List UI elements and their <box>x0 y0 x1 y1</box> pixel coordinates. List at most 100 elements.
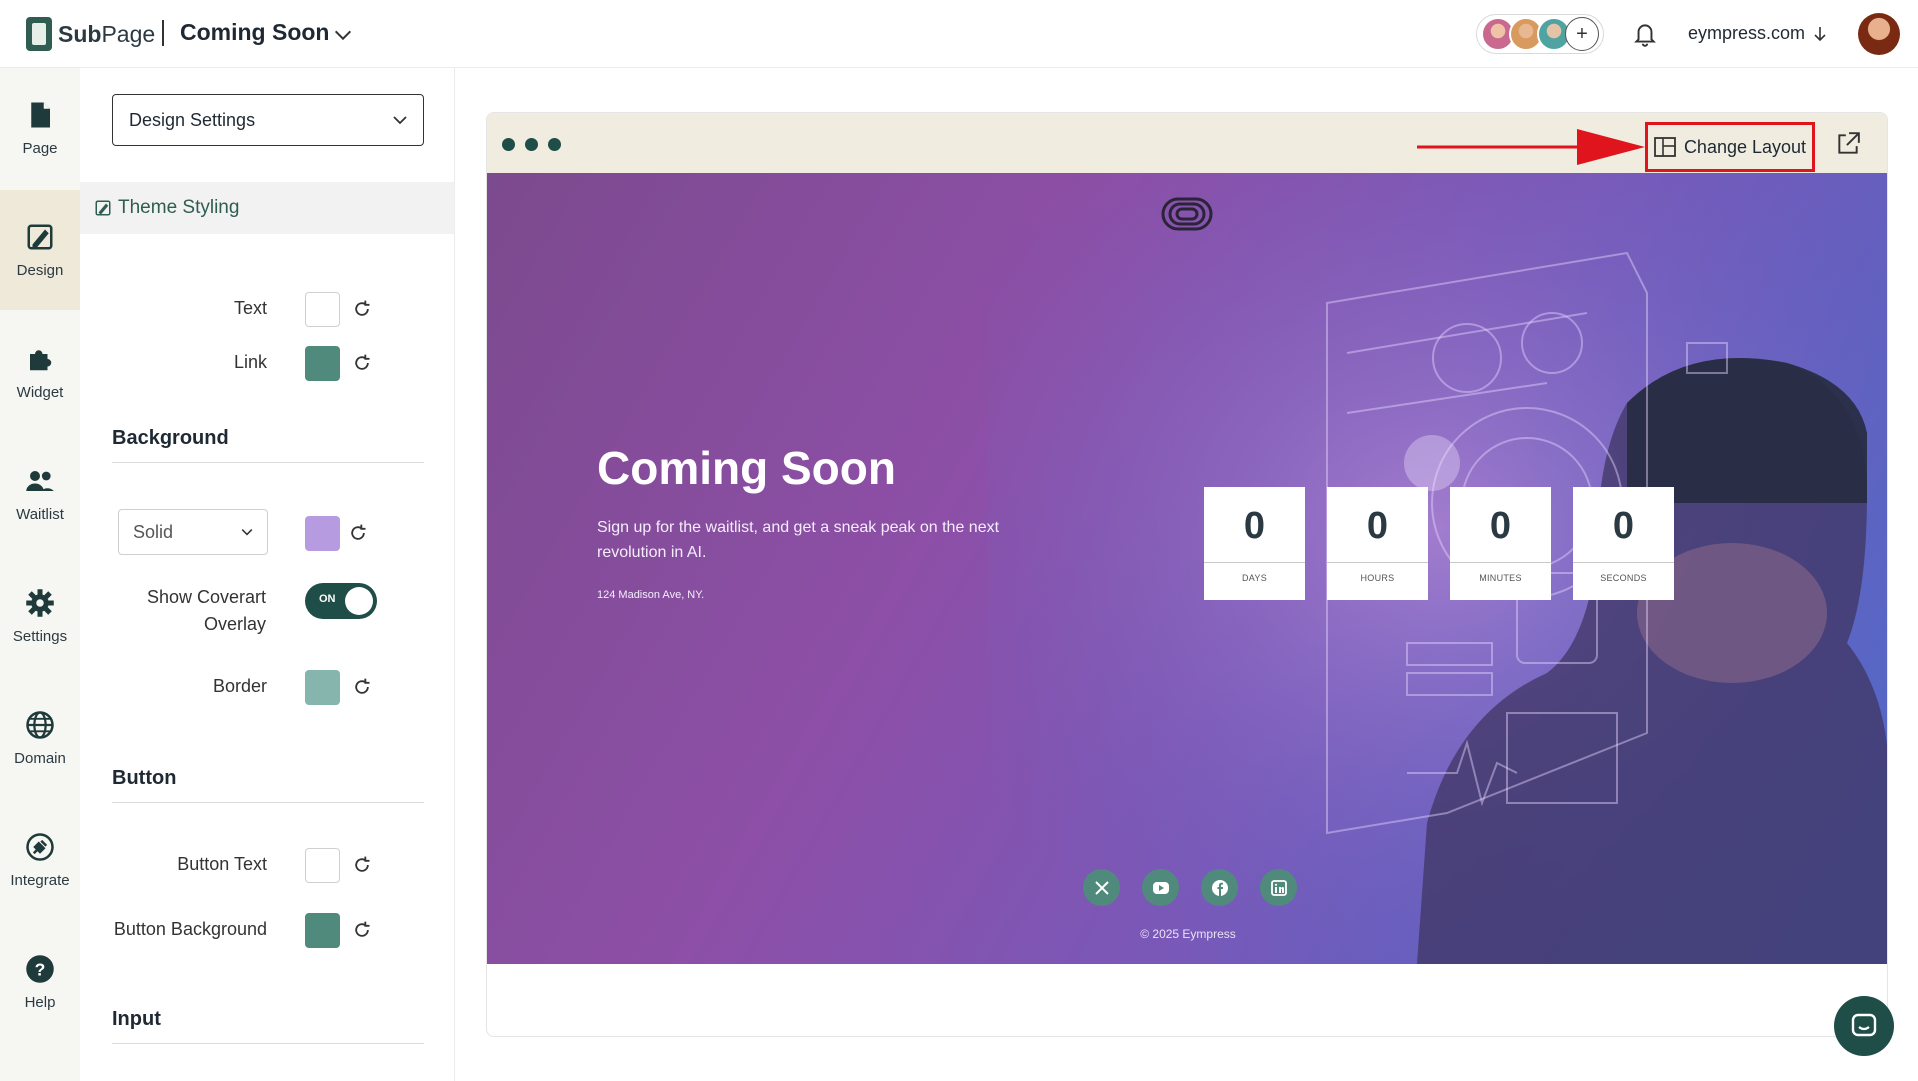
globe-icon <box>26 710 54 739</box>
link-color-swatch[interactable] <box>305 346 340 381</box>
text-color-label: Text <box>233 298 267 318</box>
x-icon[interactable] <box>1083 869 1120 906</box>
rail-label: Page <box>22 139 58 157</box>
page-title[interactable]: Coming Soon <box>180 19 329 46</box>
chevron-down-icon <box>393 116 407 125</box>
countdown-unit: DAYS <box>1241 573 1268 583</box>
facebook-icon[interactable] <box>1201 869 1238 906</box>
coverart-overlay-toggle[interactable]: ON <box>305 583 377 619</box>
help-icon: ? <box>26 954 54 983</box>
input-section-heading: Input <box>112 1008 424 1044</box>
window-dot <box>548 138 561 151</box>
logo-text: SubPage <box>58 20 156 47</box>
rail-item-domain[interactable]: Domain <box>0 678 80 798</box>
design-settings-panel: Design Settings Theme Styling Text Link … <box>80 68 455 1081</box>
svg-text:?: ? <box>35 959 46 979</box>
countdown-minutes: 0 MINUTES <box>1450 487 1551 600</box>
countdown-value: 0 <box>1243 505 1266 547</box>
coverart-overlay-label-line2: Overlay <box>203 614 266 634</box>
domain-name: eympress.com <box>1688 23 1806 43</box>
button-background-swatch[interactable] <box>305 913 340 948</box>
theme-styling-label: Theme Styling <box>118 197 240 218</box>
button-section-heading: Button <box>112 767 424 803</box>
rail-label: Settings <box>12 627 68 645</box>
chat-widget-button[interactable] <box>1834 996 1894 1056</box>
countdown-value: 0 <box>1612 505 1635 547</box>
rail-item-help[interactable]: ? Help <box>0 922 80 1042</box>
countdown-hours: 0 HOURS <box>1327 487 1428 600</box>
subpage-logo[interactable]: SubPage <box>26 17 155 51</box>
page-preview: Change Layout Coming Soon Sign up for th… <box>486 112 1888 1037</box>
reset-icon[interactable] <box>352 920 372 940</box>
design-icon <box>27 224 53 249</box>
change-layout-button[interactable]: Change Layout <box>1645 122 1815 172</box>
add-collaborator-button[interactable]: + <box>1565 17 1599 51</box>
rail-item-page[interactable]: Page <box>0 68 80 188</box>
rail-item-integrate[interactable]: Integrate <box>0 800 80 920</box>
reset-icon[interactable] <box>352 855 372 875</box>
link-color-label: Link <box>233 352 267 372</box>
reset-icon[interactable] <box>352 299 372 319</box>
button-text-color-label: Button Text <box>177 854 267 874</box>
countdown-days: 0 DAYS <box>1204 487 1305 600</box>
social-links <box>1083 869 1297 906</box>
rail-label: Design <box>16 261 64 279</box>
rail-label: Waitlist <box>16 505 64 523</box>
left-rail: Page Design Widget Waitlist Settings Dom… <box>0 68 80 1081</box>
rail-item-design[interactable]: Design <box>0 190 80 310</box>
background-color-swatch[interactable] <box>305 516 340 551</box>
theme-styling-header[interactable]: Theme Styling <box>80 182 454 234</box>
countdown-timer: 0 DAYS 0 HOURS 0 MINUTES 0 SECONDS <box>1204 487 1674 600</box>
preview-toolbar: Change Layout <box>487 113 1887 173</box>
layout-icon <box>1654 137 1676 157</box>
annotation-arrow <box>1417 129 1645 165</box>
bell-icon[interactable] <box>1632 20 1658 48</box>
user-avatar[interactable] <box>1858 13 1900 55</box>
change-layout-label: Change Layout <box>1683 136 1807 157</box>
button-background-label: Button Background <box>113 919 267 939</box>
text-color-swatch[interactable] <box>305 292 340 327</box>
countdown-divider <box>1204 562 1305 563</box>
hero-title: Coming Soon <box>597 442 896 494</box>
title-separator <box>162 20 164 46</box>
rail-item-settings[interactable]: Settings <box>0 556 80 676</box>
reset-icon[interactable] <box>348 523 368 543</box>
hero-address: 124 Madison Ave, NY. <box>597 589 705 601</box>
background-color-row <box>80 514 454 554</box>
rail-item-widget[interactable]: Widget <box>0 312 80 432</box>
coverart-overlay-label: Show Coverart Overlay <box>147 584 266 638</box>
brand-logo-icon <box>1161 197 1213 231</box>
chat-icon <box>1851 1013 1877 1037</box>
button-text-color-swatch[interactable] <box>305 848 340 883</box>
countdown-divider <box>1327 562 1428 563</box>
external-link-icon[interactable] <box>1835 131 1861 157</box>
text-color-row: Text <box>80 290 454 330</box>
coming-soon-hero: Coming Soon Sign up for the waitlist, an… <box>487 173 1887 964</box>
button-text-color-row: Button Text <box>80 846 454 886</box>
button-background-color-row: Button Background <box>80 911 454 951</box>
brush-icon <box>95 200 111 216</box>
users-icon <box>26 470 54 491</box>
settings-category-value: Design Settings <box>129 109 256 130</box>
arrow-down-icon <box>1814 26 1826 41</box>
coverart-overlay-label-line1: Show Coverart <box>146 587 266 607</box>
border-color-label: Border <box>212 676 267 696</box>
settings-category-select[interactable]: Design Settings <box>112 94 424 146</box>
countdown-unit: SECONDS <box>1600 573 1647 583</box>
border-color-row: Border <box>80 668 454 708</box>
countdown-seconds: 0 SECONDS <box>1573 487 1674 600</box>
reset-icon[interactable] <box>352 677 372 697</box>
top-bar: SubPage Coming Soon + eympress.com <box>0 0 1918 68</box>
countdown-divider <box>1573 562 1674 563</box>
chevron-down-icon[interactable] <box>332 24 354 46</box>
countdown-unit: MINUTES <box>1479 573 1522 583</box>
border-color-swatch[interactable] <box>305 670 340 705</box>
linkedin-icon[interactable] <box>1260 869 1297 906</box>
rail-item-waitlist[interactable]: Waitlist <box>0 434 80 554</box>
reset-icon[interactable] <box>352 353 372 373</box>
window-dot <box>525 138 538 151</box>
rail-label: Integrate <box>10 871 70 889</box>
youtube-icon[interactable] <box>1142 869 1179 906</box>
domain-menu[interactable]: eympress.com <box>1688 23 1827 44</box>
collaborators-group[interactable]: + <box>1476 14 1604 54</box>
